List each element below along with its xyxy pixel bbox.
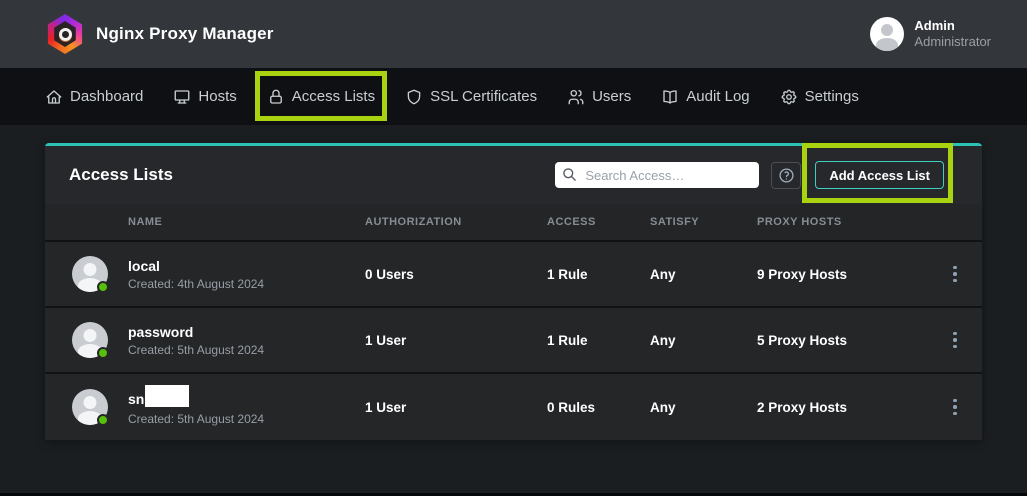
authorization-value: 1 User (365, 400, 547, 415)
nav-label: Users (592, 88, 631, 105)
satisfy-value: Any (650, 267, 757, 282)
access-value: 1 Rule (547, 267, 650, 282)
proxy-hosts-value: 5 Proxy Hosts (757, 333, 947, 348)
proxy-hosts-value: 2 Proxy Hosts (757, 400, 947, 415)
nav-item-settings[interactable]: Settings (780, 85, 859, 109)
column-header-satisfy: SATISFY (650, 216, 757, 228)
home-icon (45, 88, 63, 106)
access-lists-panel: Access Lists Add Access List NAME AUTHOR… (45, 143, 982, 440)
column-header-authorization: AUTHORIZATION (365, 216, 547, 228)
nav-label: Access Lists (292, 88, 375, 105)
nav-label: Audit Log (686, 88, 749, 105)
nav-item-audit-log[interactable]: Audit Log (661, 85, 749, 109)
access-list-name: local (128, 257, 365, 275)
created-date: Created: 4th August 2024 (128, 277, 365, 291)
access-list-name: password (128, 323, 365, 341)
add-access-list-wrap: Add Access List (815, 161, 944, 189)
row-menu-button[interactable] (947, 328, 963, 353)
top-header-bar: Nginx Proxy Manager Admin Administrator (0, 0, 1027, 68)
row-menu-button[interactable] (947, 262, 963, 287)
created-date: Created: 5th August 2024 (128, 343, 365, 357)
nav-label: Hosts (198, 88, 236, 105)
shield-icon (405, 88, 423, 106)
users-icon (567, 88, 585, 106)
app-title: Nginx Proxy Manager (96, 24, 274, 44)
table-header-row: NAME AUTHORIZATION ACCESS SATISFY PROXY … (45, 204, 982, 242)
satisfy-value: Any (650, 400, 757, 415)
nav-label: SSL Certificates (430, 88, 537, 105)
panel-header: Access Lists Add Access List (45, 146, 982, 204)
help-icon (778, 167, 795, 184)
table-row[interactable]: password Created: 5th August 2024 1 User… (45, 308, 982, 374)
search-icon (562, 167, 577, 182)
search-input[interactable] (555, 162, 759, 188)
help-button[interactable] (771, 162, 801, 189)
authorization-value: 1 User (365, 333, 547, 348)
add-access-list-button[interactable]: Add Access List (815, 161, 944, 189)
nav-item-access-lists[interactable]: Access Lists (267, 85, 375, 109)
search-box (555, 162, 759, 188)
column-header-access: ACCESS (547, 216, 650, 228)
column-header-name: NAME (128, 216, 365, 228)
gear-icon (780, 88, 798, 106)
user-menu[interactable]: Admin Administrator (870, 17, 991, 51)
nav-item-hosts[interactable]: Hosts (173, 85, 236, 109)
monitor-icon (173, 88, 191, 106)
table-row[interactable]: local Created: 4th August 2024 0 Users 1… (45, 242, 982, 308)
satisfy-value: Any (650, 333, 757, 348)
redaction-box (145, 385, 189, 407)
access-list-name: sn (128, 390, 144, 408)
column-header-proxy-hosts: PROXY HOSTS (757, 216, 947, 228)
user-avatar (870, 17, 904, 51)
panel-title: Access Lists (69, 165, 173, 185)
proxy-hosts-value: 9 Proxy Hosts (757, 267, 947, 282)
nav-item-ssl-certificates[interactable]: SSL Certificates (405, 85, 537, 109)
access-value: 0 Rules (547, 400, 650, 415)
book-icon (661, 88, 679, 106)
row-menu-button[interactable] (947, 395, 963, 420)
nav-item-dashboard[interactable]: Dashboard (45, 85, 143, 109)
nav-label: Settings (805, 88, 859, 105)
authorization-value: 0 Users (365, 267, 547, 282)
online-status-dot (97, 414, 109, 426)
table-row[interactable]: sn Created: 5th August 2024 1 User 0 Rul… (45, 374, 982, 440)
online-status-dot (97, 281, 109, 293)
nav-item-users[interactable]: Users (567, 85, 631, 109)
lock-icon (267, 88, 285, 106)
nav-label: Dashboard (70, 88, 143, 105)
main-navigation: Dashboard Hosts Access Lists SSL Certifi… (0, 68, 1027, 125)
user-role: Administrator (914, 34, 991, 50)
user-name: Admin (914, 18, 991, 34)
created-date: Created: 5th August 2024 (128, 412, 365, 426)
page-content: Access Lists Add Access List NAME AUTHOR… (0, 125, 1027, 496)
app-logo (46, 14, 84, 54)
access-value: 1 Rule (547, 333, 650, 348)
online-status-dot (97, 347, 109, 359)
